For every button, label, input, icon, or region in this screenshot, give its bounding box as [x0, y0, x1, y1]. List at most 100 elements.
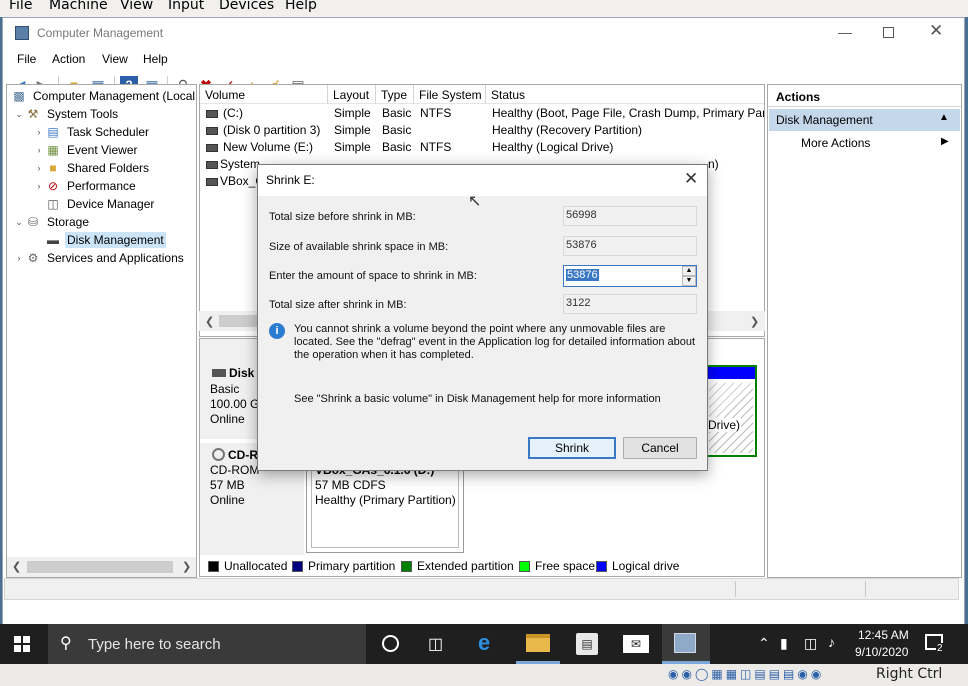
menu-view[interactable]: View [102, 52, 128, 66]
services-icon: ⚙ [27, 251, 39, 265]
actions-section-disk-management[interactable]: Disk Management ▲ [769, 109, 960, 131]
computer-management-icon: ▩ [13, 89, 25, 103]
event-viewer-icon: ▦ [47, 143, 59, 157]
chevron-down-icon[interactable]: ⌄ [13, 109, 25, 120]
tree-item-device-manager[interactable]: ◫ Device Manager [45, 195, 156, 213]
scroll-left-icon[interactable]: ❮ [12, 560, 21, 573]
shrink-button[interactable]: Shrink [528, 437, 616, 459]
tree-item-root[interactable]: ▩ Computer Management (Local [11, 87, 197, 105]
actions-pane: Actions Disk Management ▲ More Actions ▶ [767, 84, 962, 578]
shrink-amount-stepper[interactable]: 53876 ▲ ▼ [563, 265, 697, 287]
legend-logical-drive: Logical drive [596, 559, 679, 573]
host-menu-file[interactable]: File [9, 0, 32, 13]
dialog-title-bar: Shrink E: ✕ ↖ [258, 165, 707, 210]
disk-legend: Unallocated Primary partition Extended p… [199, 555, 765, 577]
spin-down-icon[interactable]: ▼ [682, 276, 696, 286]
disk-icon [212, 369, 226, 377]
more-actions[interactable]: More Actions ▶ [769, 133, 960, 153]
chevron-right-icon[interactable]: › [13, 253, 25, 263]
cortana-icon[interactable] [382, 635, 399, 652]
chevron-right-icon[interactable]: › [33, 163, 45, 173]
menu-help[interactable]: Help [143, 52, 168, 66]
computer-management-taskbar-button[interactable] [662, 624, 710, 664]
total-before-value: 56998 [563, 206, 697, 226]
close-icon[interactable]: ✕ [929, 21, 943, 41]
performance-icon: ⊘ [47, 179, 59, 193]
title-bar: Computer Management — ✕ [3, 18, 964, 48]
file-explorer-icon[interactable] [526, 634, 550, 652]
available-value: 53876 [563, 236, 697, 256]
chevron-right-icon[interactable]: › [33, 181, 45, 191]
chevron-up-icon[interactable]: ⌃ [758, 635, 770, 652]
volume-icon[interactable]: ♪ [828, 634, 835, 650]
tree-item-performance[interactable]: › ⊘ Performance [33, 177, 138, 195]
table-row[interactable]: (Disk 0 partition 3) Simple Basic Health… [200, 122, 764, 139]
host-device-icons[interactable]: ◉◉◯▦▦◫▤▤▤◉◉ [668, 667, 824, 681]
menu-action[interactable]: Action [52, 52, 85, 66]
clock-date[interactable]: 9/10/2020 [855, 645, 908, 659]
navigation-tree: ▩ Computer Management (Local ⌄ ⚒ System … [6, 84, 197, 578]
shrink-amount-input[interactable]: 53876 [566, 269, 599, 281]
tree-item-system-tools[interactable]: ⌄ ⚒ System Tools [13, 105, 120, 123]
collapse-icon[interactable]: ▲ [939, 112, 949, 123]
store-icon[interactable]: ▤ [576, 633, 598, 655]
battery-icon[interactable]: ▮ [780, 635, 788, 652]
edge-icon[interactable]: e [478, 630, 490, 656]
cancel-button[interactable]: Cancel [623, 437, 697, 459]
tree-horizontal-scrollbar[interactable]: ❮ ❯ [7, 557, 196, 577]
dialog-title: Shrink E: [266, 173, 315, 187]
scroll-thumb[interactable] [27, 561, 173, 573]
maximize-icon[interactable] [883, 27, 894, 38]
col-status[interactable]: Status [486, 85, 764, 104]
tree-item-task-scheduler[interactable]: › ▤ Task Scheduler [33, 123, 151, 141]
window-title: Computer Management [37, 26, 164, 40]
legend-primary: Primary partition [292, 559, 395, 573]
chevron-right-icon[interactable]: › [33, 127, 45, 137]
host-menu-help[interactable]: Help [285, 0, 317, 13]
host-menu-machine[interactable]: Machine [49, 0, 108, 13]
task-view-icon[interactable]: ◫ [428, 634, 443, 654]
host-menu-input[interactable]: Input [168, 0, 204, 13]
tree-item-storage[interactable]: ⌄ ⛁ Storage [13, 213, 91, 231]
logical-drive-partition[interactable]: Drive) [705, 365, 757, 457]
info-icon: i [269, 323, 285, 339]
tree-item-shared-folders[interactable]: › ■ Shared Folders [33, 159, 151, 177]
tree-item-services[interactable]: › ⚙ Services and Applications [13, 249, 186, 267]
col-volume[interactable]: Volume [200, 85, 328, 104]
dialog-close-icon[interactable]: ✕ [684, 169, 698, 189]
col-file-system[interactable]: File System [414, 85, 486, 104]
windows-start-icon[interactable] [14, 636, 30, 652]
table-row[interactable]: New Volume (E:) Simple Basic NTFS Health… [200, 139, 764, 156]
device-manager-icon: ◫ [47, 197, 59, 211]
tree-item-disk-management[interactable]: ▬ Disk Management [45, 231, 166, 249]
clock-time[interactable]: 12:45 AM [858, 628, 909, 642]
col-layout[interactable]: Layout [328, 85, 376, 104]
tree-item-event-viewer[interactable]: › ▦ Event Viewer [33, 141, 139, 159]
scroll-left-icon[interactable]: ❮ [205, 315, 214, 328]
shared-folders-icon: ■ [49, 161, 57, 175]
table-row[interactable]: (C:) Simple Basic NTFS Healthy (Boot, Pa… [200, 105, 764, 122]
host-menu-view[interactable]: View [120, 0, 153, 13]
task-scheduler-icon: ▤ [47, 125, 59, 139]
scroll-thumb[interactable] [219, 315, 259, 327]
menu-bar: File Action View Help [3, 48, 964, 70]
computer-management-icon [674, 633, 696, 653]
chevron-right-icon[interactable]: › [33, 145, 45, 155]
network-icon[interactable]: ◫ [804, 635, 817, 652]
disk-management-icon: ▬ [47, 233, 59, 247]
tools-icon: ⚒ [27, 107, 39, 121]
col-type[interactable]: Type [376, 85, 414, 104]
search-box[interactable]: ⚲ Type here to search [48, 624, 366, 664]
legend-extended: Extended partition [401, 559, 514, 573]
scroll-right-icon[interactable]: ❯ [750, 315, 759, 328]
host-menu-devices[interactable]: Devices [219, 0, 274, 13]
spin-up-icon[interactable]: ▲ [682, 266, 696, 276]
chevron-right-icon: ▶ [941, 136, 949, 147]
menu-file[interactable]: File [17, 52, 36, 66]
volume-icon [206, 144, 218, 152]
mail-icon[interactable]: ✉ [623, 635, 649, 653]
shrink-dialog: Shrink E: ✕ ↖ Total size before shrink i… [257, 164, 708, 471]
chevron-down-icon[interactable]: ⌄ [13, 217, 25, 228]
scroll-right-icon[interactable]: ❯ [182, 560, 191, 573]
minimize-icon[interactable]: — [838, 24, 852, 40]
